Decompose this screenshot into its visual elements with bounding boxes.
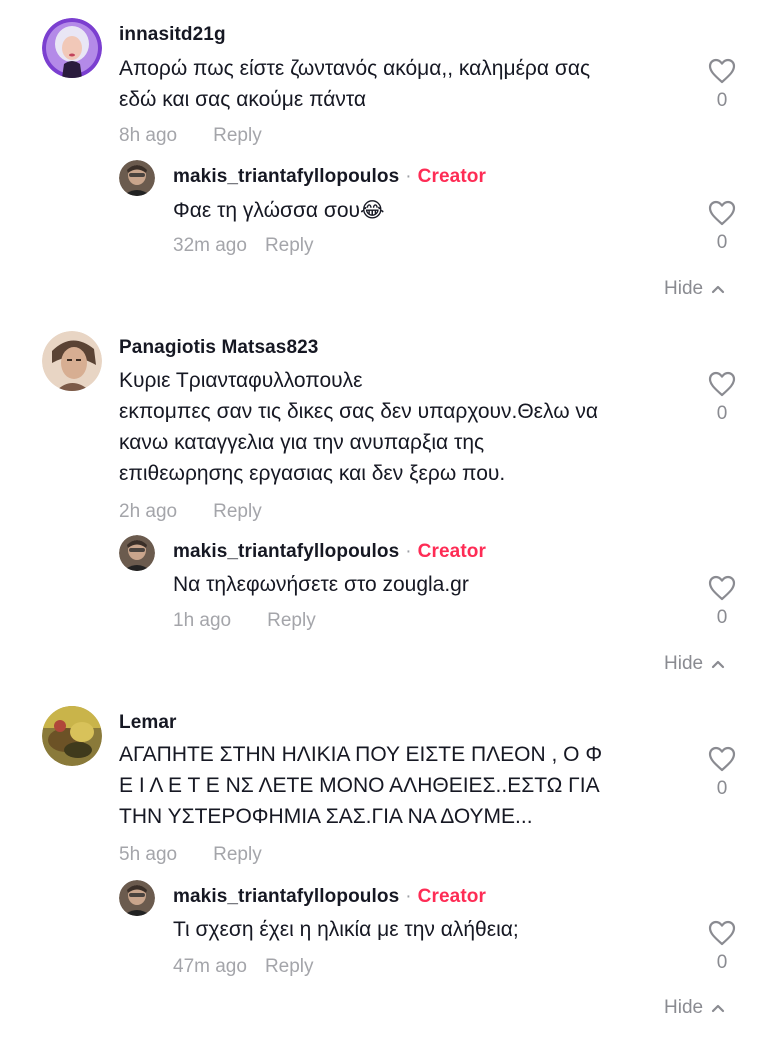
comment-username[interactable]: innasitd21g (119, 24, 226, 46)
comment-text: Κυριε Τριανταφυλλοπουλε εκπομπες σαν τις… (119, 369, 599, 485)
like-button[interactable]: 0 (702, 920, 742, 974)
like-button[interactable]: 0 (702, 200, 742, 254)
hide-replies-button[interactable]: Hide (664, 653, 725, 675)
reply-author[interactable]: makis_triantafyllopoulos (173, 166, 399, 187)
like-count: 0 (716, 232, 728, 253)
separator-dot: · (405, 166, 412, 187)
comment-timestamp: 8h ago (119, 125, 178, 146)
hide-label: Hide (664, 278, 704, 299)
creator-badge: Creator (417, 166, 486, 187)
like-button[interactable]: 0 (702, 58, 742, 112)
comment-username[interactable]: Panagiotis Matsas823 (119, 337, 318, 359)
hide-replies-button[interactable]: Hide (664, 997, 725, 1019)
like-count: 0 (716, 90, 728, 111)
like-count: 0 (716, 607, 728, 628)
reply-text: Φαε τη γλώσσα σου😂 (173, 199, 385, 222)
comment-timestamp: 2h ago (119, 501, 178, 522)
like-count: 0 (716, 403, 728, 424)
reply-username: makis_triantafyllopoulos · Creator (173, 166, 486, 188)
chevron-up-icon (711, 660, 725, 669)
reply-text: Τι σχεση έχει η ηλικία με την αλήθεια; (173, 918, 519, 941)
heart-outline-icon (708, 575, 736, 601)
like-button[interactable]: 0 (702, 371, 742, 425)
heart-outline-icon (708, 920, 736, 946)
heart-outline-icon (708, 746, 736, 772)
avatar[interactable] (119, 880, 155, 916)
reply-text: Να τηλεφωνήσετε στο zougla.gr (173, 573, 469, 596)
heart-outline-icon (708, 58, 736, 84)
reply-meta: 47m ago Reply (173, 956, 314, 978)
reply-button[interactable]: Reply (213, 501, 262, 522)
comment-meta: 2h ago Reply (119, 501, 262, 523)
avatar[interactable] (119, 535, 155, 571)
comment-meta: 8h ago Reply (119, 125, 262, 147)
avatar[interactable] (42, 706, 102, 766)
reply-timestamp: 47m ago (173, 956, 247, 977)
separator-dot: · (405, 541, 412, 562)
like-button[interactable]: 0 (702, 746, 742, 800)
reply-timestamp: 1h ago (173, 610, 232, 631)
reply-username: makis_triantafyllopoulos · Creator (173, 541, 486, 563)
reply-button[interactable]: Reply (267, 610, 316, 631)
creator-badge: Creator (417, 886, 486, 907)
reply-button[interactable]: Reply (265, 956, 314, 977)
hide-label: Hide (664, 997, 704, 1018)
comment-timestamp: 5h ago (119, 844, 178, 865)
avatar[interactable] (42, 331, 102, 391)
hide-replies-button[interactable]: Hide (664, 278, 725, 300)
like-count: 0 (716, 778, 728, 799)
reply-button[interactable]: Reply (265, 235, 314, 256)
heart-outline-icon (708, 200, 736, 226)
reply-author[interactable]: makis_triantafyllopoulos (173, 541, 399, 562)
chevron-up-icon (711, 285, 725, 294)
chevron-up-icon (711, 1004, 725, 1013)
separator-dot: · (405, 886, 412, 907)
comment-text: Απορώ πως είστε ζωντανός ακόμα,, καλημέρ… (119, 57, 591, 111)
heart-outline-icon (708, 371, 736, 397)
reply-author[interactable]: makis_triantafyllopoulos (173, 886, 399, 907)
avatar[interactable] (119, 160, 155, 196)
reply-meta: 1h ago Reply (173, 610, 316, 632)
reply-button[interactable]: Reply (213, 125, 262, 146)
reply-username: makis_triantafyllopoulos · Creator (173, 886, 486, 908)
reply-meta: 32m ago Reply (173, 235, 314, 257)
comment-text: ΑΓΑΠΗΤΕ ΣΤΗΝ ΗΛΙΚΙΑ ΠΟΥ ΕΙΣΤΕ ΠΛΕΟΝ , Ο … (119, 743, 603, 828)
like-button[interactable]: 0 (702, 575, 742, 629)
comment-username[interactable]: Lemar (119, 712, 177, 734)
hide-label: Hide (664, 653, 704, 674)
like-count: 0 (716, 952, 728, 973)
creator-badge: Creator (417, 541, 486, 562)
reply-timestamp: 32m ago (173, 235, 247, 256)
avatar[interactable] (42, 18, 102, 78)
reply-button[interactable]: Reply (213, 844, 262, 865)
comment-meta: 5h ago Reply (119, 844, 262, 866)
